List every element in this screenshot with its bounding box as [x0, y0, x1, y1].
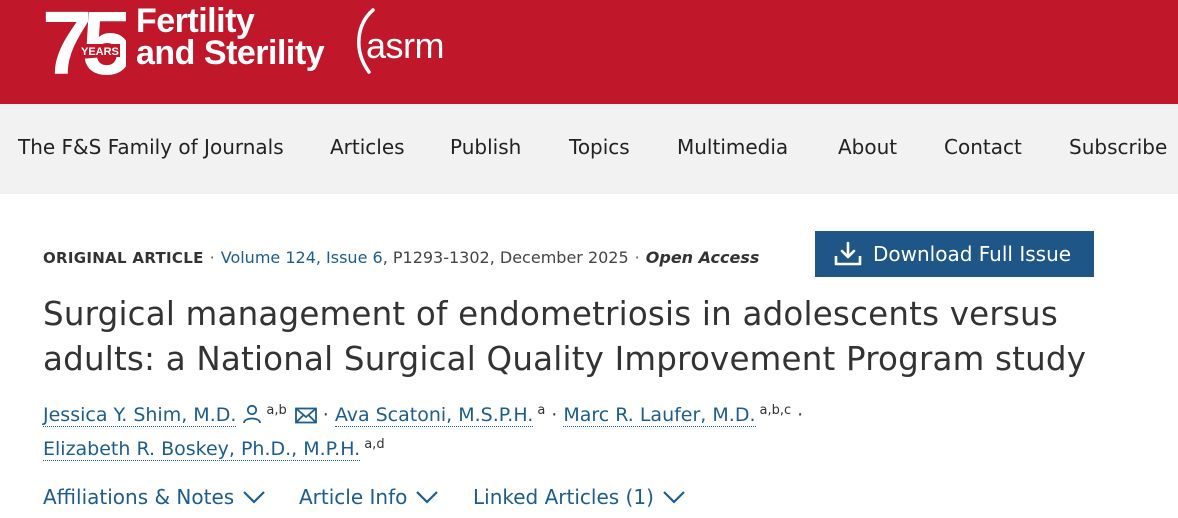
affiliation-sup: a,d [364, 436, 385, 452]
download-icon [834, 241, 862, 266]
linked-articles-toggle[interactable]: Linked Articles (1) [473, 482, 686, 512]
person-icon[interactable] [242, 404, 262, 424]
nav-topics[interactable]: Topics [569, 131, 630, 163]
nav-articles[interactable]: Articles [330, 131, 405, 163]
author-list: Jessica Y. Shim, M.D. a,b · Ava Scatoni, M.… [43, 398, 1143, 466]
article-info-toggle[interactable]: Article Info [299, 482, 439, 512]
chevron-down-icon [416, 491, 439, 504]
article-meta: ORIGINAL ARTICLE · Volume 124, Issue 6, P1… [43, 246, 759, 270]
affiliation-sup: a,b [266, 402, 287, 418]
author-link[interactable]: Jessica Y. Shim, M.D. [43, 404, 237, 427]
nav-multimedia[interactable]: Multimedia [677, 131, 788, 163]
author-link[interactable]: Ava Scatoni, M.S.P.H. [334, 404, 534, 427]
open-access-label: Open Access [645, 248, 760, 267]
article-type: ORIGINAL ARTICLE [43, 249, 204, 267]
nav-publish[interactable]: Publish [450, 131, 521, 163]
author-link[interactable]: Marc R. Laufer, M.D. [563, 404, 756, 427]
brand-name-line1[interactable]: Fertility [136, 4, 255, 38]
download-full-issue-button[interactable]: Download Full Issue [815, 231, 1094, 277]
affiliations-notes-toggle[interactable]: Affiliations & Notes [43, 482, 266, 512]
author-link[interactable]: Elizabeth R. Boskey, Ph.D., M.P.H. [43, 438, 361, 461]
pages-date: , P1293-1302, December 2025 [382, 248, 629, 267]
email-icon[interactable] [294, 407, 317, 424]
chevron-down-icon [663, 491, 685, 504]
chevron-down-icon [243, 491, 265, 504]
affiliation-sup: a,b,c [759, 402, 792, 418]
75-years-logo[interactable]: 75 YEARS [42, 2, 126, 80]
registered-mark: ® [311, 56, 318, 66]
tab-label: Article Info [299, 485, 408, 509]
asrm-logo-text[interactable]: asrm [366, 26, 445, 66]
nav-about[interactable]: About [838, 131, 897, 163]
svg-text:YEARS: YEARS [81, 46, 119, 58]
svg-text:75: 75 [42, 2, 126, 80]
nav-subscribe[interactable]: Subscribe [1069, 131, 1167, 163]
tab-label: Linked Articles (1) [473, 485, 654, 509]
volume-issue-link[interactable]: Volume 124, Issue 6 [221, 248, 383, 267]
brand-name-line2[interactable]: and Sterility [136, 36, 325, 70]
tab-label: Affiliations & Notes [43, 485, 235, 509]
author-separator: · [322, 404, 329, 426]
author-separator: · [551, 404, 558, 426]
download-button-label: Download Full Issue [873, 242, 1072, 266]
meta-separator: · [634, 248, 640, 267]
affiliation-sup: a [537, 402, 546, 418]
author-separator: · [797, 404, 804, 426]
article-title: Surgical management of endometriosis in … [43, 295, 1087, 378]
nav-fs-family[interactable]: The F&S Family of Journals [18, 131, 284, 163]
meta-separator: · [209, 248, 215, 267]
nav-contact[interactable]: Contact [944, 131, 1022, 163]
